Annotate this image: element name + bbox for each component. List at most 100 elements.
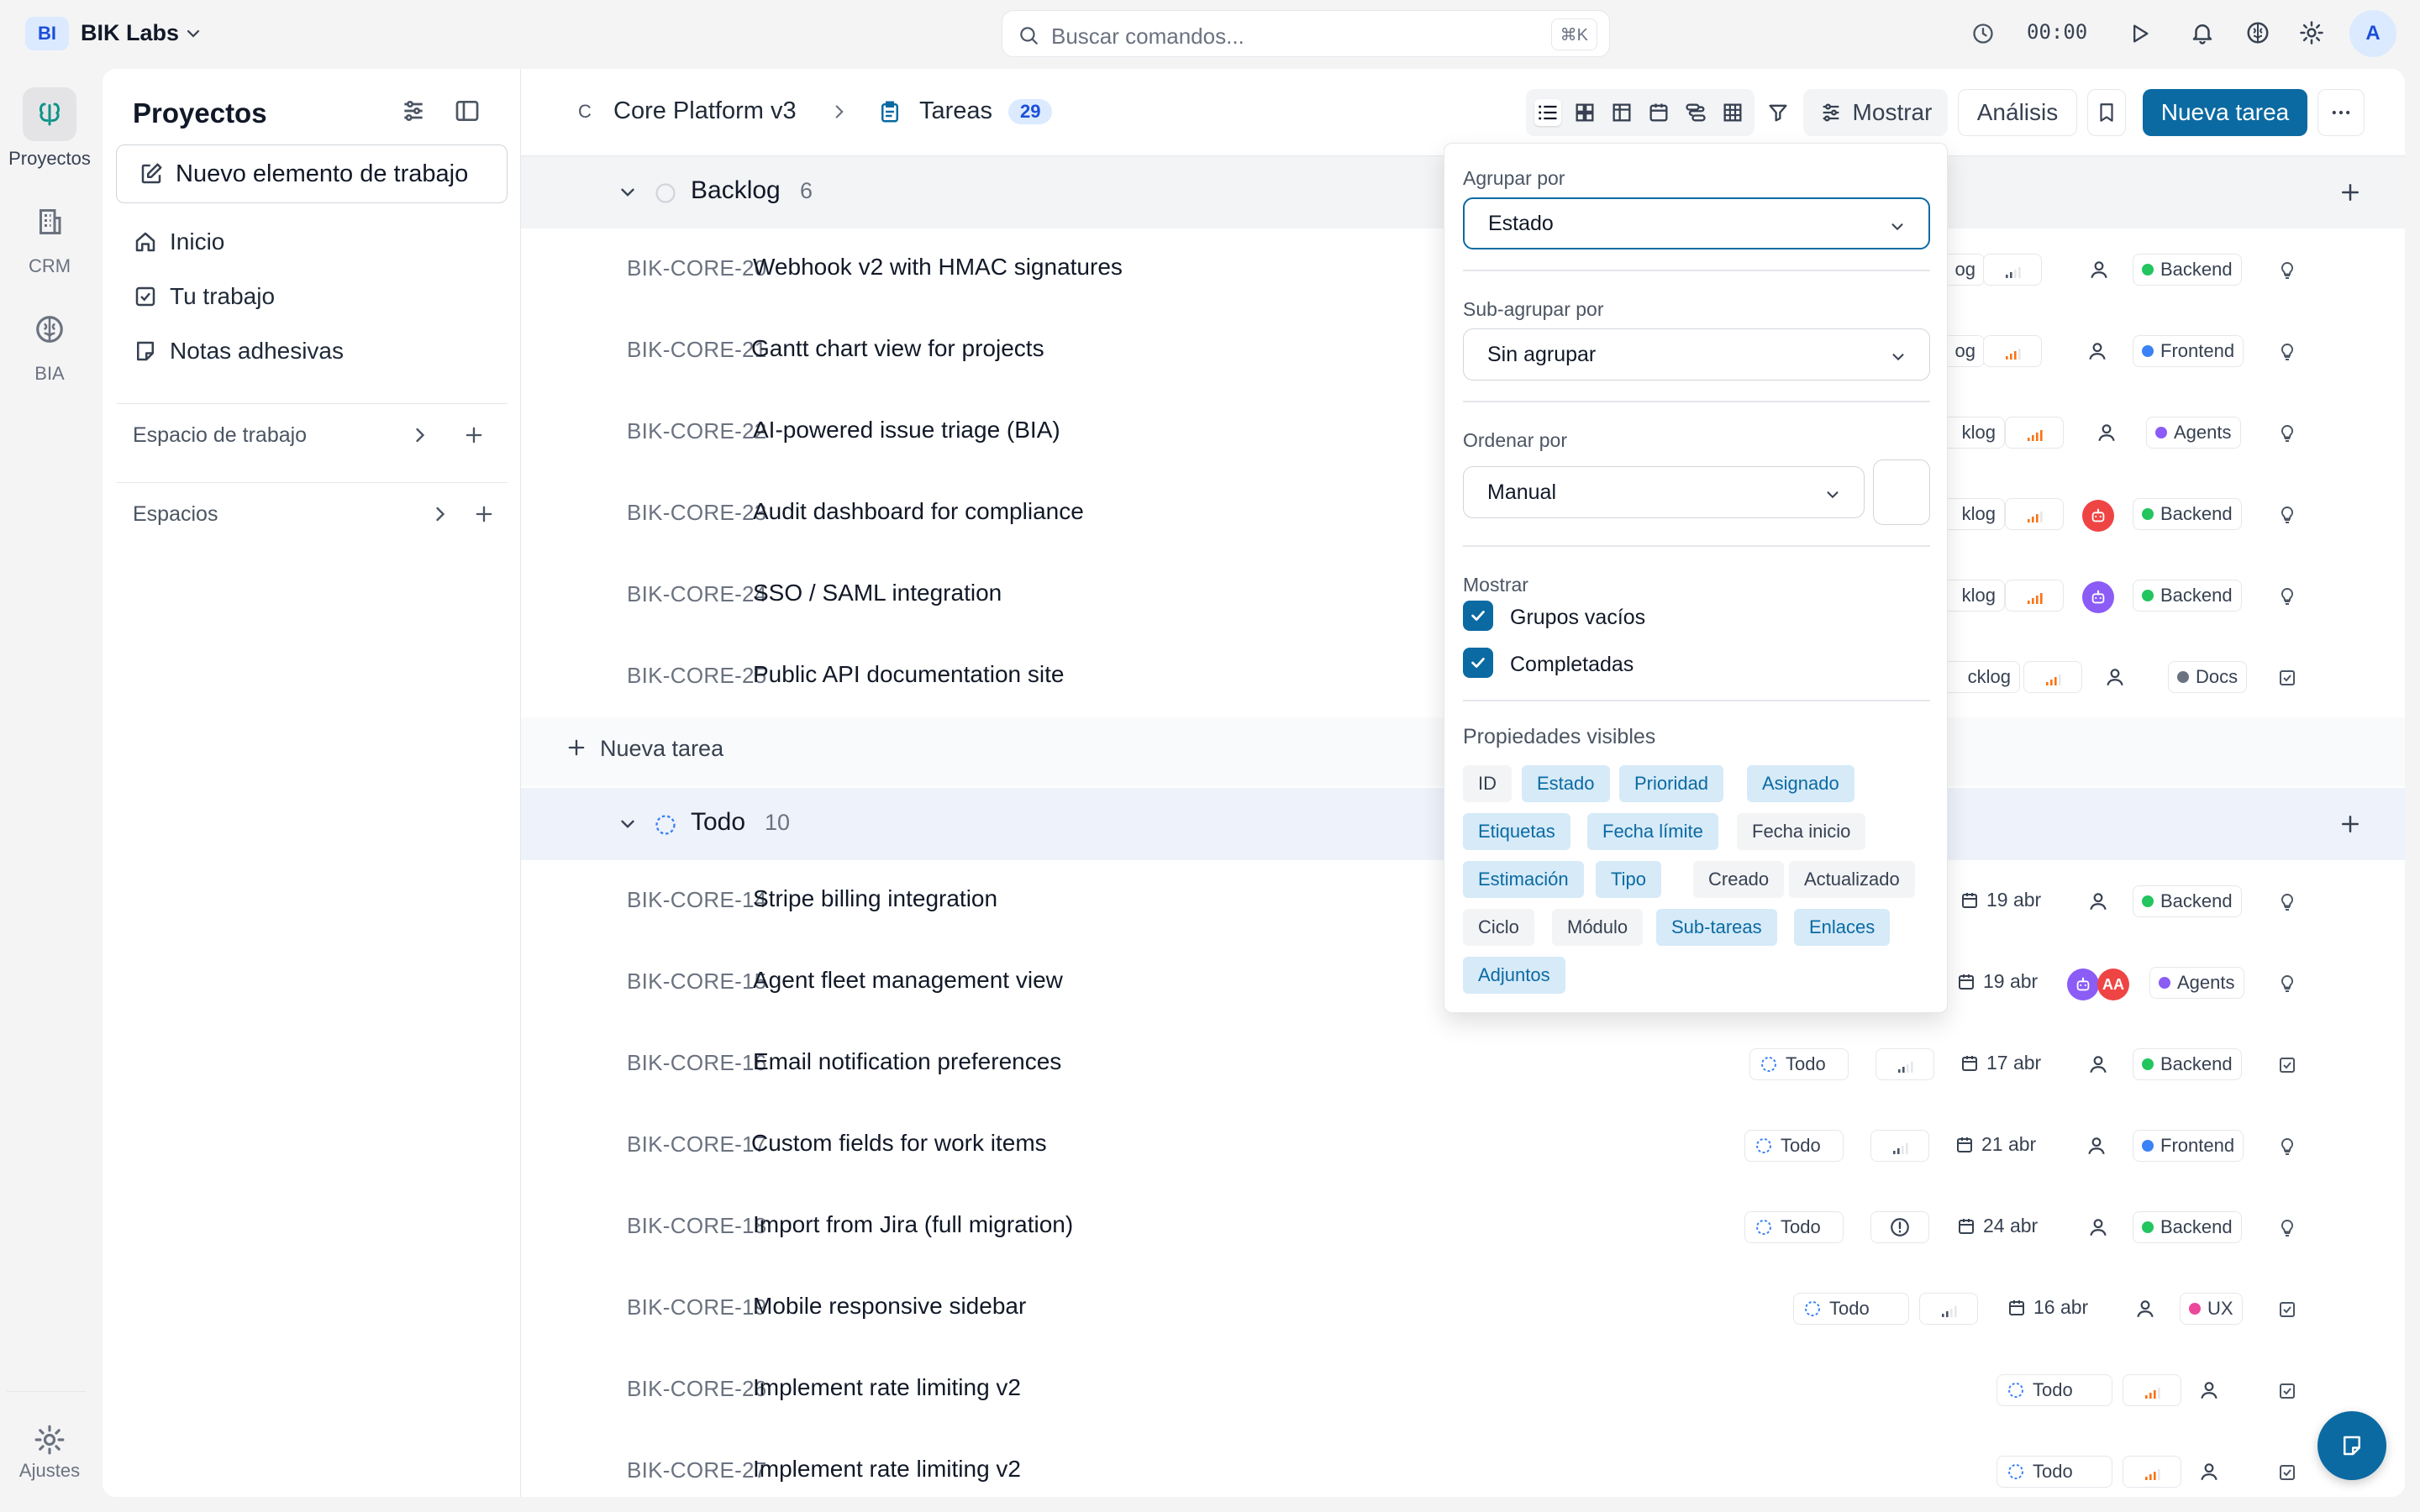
issue-title[interactable]: Import from Jira (full migration) <box>753 1211 1073 1238</box>
filter-icon[interactable] <box>1761 89 1795 136</box>
property-toggle[interactable]: ID <box>1463 765 1512 802</box>
assignee-user-icon[interactable] <box>2086 340 2108 362</box>
assignee-user-icon[interactable] <box>2087 1053 2109 1075</box>
plus-icon[interactable] <box>472 502 496 526</box>
issue-title[interactable]: Webhook v2 with HMAC signatures <box>753 254 1123 281</box>
assignee-user-icon[interactable] <box>2087 1216 2109 1238</box>
issue-title[interactable]: SSO / SAML integration <box>753 580 1002 606</box>
assignee-user-icon[interactable] <box>2087 890 2109 912</box>
workspace-section[interactable]: Espacio de trabajo <box>133 423 307 448</box>
lightbulb-icon[interactable] <box>2277 1137 2297 1157</box>
chevron-down-icon[interactable] <box>183 24 203 44</box>
assignee-user-icon[interactable] <box>2104 666 2126 688</box>
priority-button[interactable] <box>1876 1048 1934 1080</box>
property-toggle[interactable]: Fecha límite <box>1587 813 1718 850</box>
label-chip[interactable]: Backend <box>2133 885 2242 917</box>
priority-button[interactable] <box>2123 1456 2181 1488</box>
table-view-icon[interactable] <box>1719 99 1746 126</box>
property-toggle[interactable]: Enlaces <box>1794 909 1891 946</box>
property-toggle[interactable]: Fecha inicio <box>1737 813 1866 850</box>
bookmark-button[interactable] <box>2087 89 2126 136</box>
label-chip[interactable]: Backend <box>2133 254 2242 286</box>
priority-button[interactable] <box>1983 254 2042 286</box>
lightbulb-icon[interactable] <box>2277 892 2297 912</box>
group-by-select[interactable]: Estado <box>1463 197 1930 249</box>
table-row[interactable]: BIK-CORE-18 Import from Jira (full migrat… <box>521 1186 2405 1268</box>
workspace-name[interactable]: BIK Labs <box>81 20 179 46</box>
state-chip[interactable]: Todo <box>1996 1456 2112 1488</box>
assignee-user-icon[interactable] <box>2198 1379 2220 1401</box>
assignee-user-icon[interactable] <box>2086 1135 2107 1157</box>
plus-icon[interactable] <box>462 423 486 447</box>
property-toggle[interactable]: Módulo <box>1552 909 1644 946</box>
due-date[interactable]: 19 abr <box>1956 970 2038 993</box>
task-type-icon[interactable] <box>2277 1055 2297 1075</box>
property-toggle[interactable]: Sub-tareas <box>1656 909 1777 946</box>
plus-icon[interactable] <box>2338 180 2363 205</box>
label-chip[interactable]: Backend <box>2133 498 2242 530</box>
priority-button[interactable] <box>1870 1130 1929 1162</box>
display-button[interactable]: Mostrar <box>1803 89 1948 136</box>
issue-title[interactable]: Audit dashboard for compliance <box>753 498 1084 525</box>
due-date[interactable]: 17 abr <box>1960 1052 2041 1074</box>
user-avatar[interactable]: A <box>2349 10 2396 57</box>
state-chip[interactable]: Todo <box>1749 1048 1849 1080</box>
priority-button[interactable] <box>2123 1374 2181 1406</box>
issue-title[interactable]: AI-powered issue triage (BIA) <box>753 417 1060 444</box>
subgroup-select[interactable]: Sin agrupar <box>1463 328 1930 381</box>
play-icon[interactable] <box>2128 22 2151 45</box>
kanban-view-icon[interactable] <box>1571 99 1598 126</box>
order-select[interactable]: Manual <box>1463 466 1865 518</box>
table-row[interactable]: BIK-CORE-19 Mobile responsive sidebar Todo… <box>521 1268 2405 1349</box>
label-chip[interactable]: Backend <box>2133 580 2242 612</box>
agent-avatar[interactable] <box>2082 500 2114 532</box>
issue-title[interactable]: Gantt chart view for projects <box>751 335 1044 362</box>
lightbulb-icon[interactable] <box>2277 423 2297 444</box>
empty-groups-checkbox[interactable] <box>1463 601 1493 631</box>
filter-settings-icon[interactable] <box>400 97 427 124</box>
property-toggle[interactable]: Asignado <box>1747 765 1854 802</box>
analysis-button[interactable]: Análisis <box>1958 89 2077 136</box>
sidebar-toggle-icon[interactable] <box>454 97 481 124</box>
sidebar-item-notas[interactable]: Notas adhesivas <box>133 338 344 365</box>
spreadsheet-view-icon[interactable] <box>1608 99 1635 126</box>
gantt-view-icon[interactable] <box>1682 99 1709 126</box>
assignee-user-icon[interactable] <box>2198 1461 2220 1483</box>
due-date[interactable]: 24 abr <box>1956 1215 2038 1237</box>
lightbulb-icon[interactable] <box>2277 1218 2297 1238</box>
property-toggle[interactable]: Creado <box>1693 861 1785 898</box>
list-view-icon[interactable] <box>1534 99 1561 126</box>
priority-button[interactable] <box>2005 498 2064 530</box>
issue-title[interactable]: Custom fields for work items <box>751 1130 1047 1157</box>
sidebar-item-tu-trabajo[interactable]: Tu trabajo <box>133 283 275 310</box>
label-chip[interactable]: UX <box>2180 1293 2243 1325</box>
label-chip[interactable]: Backend <box>2133 1211 2242 1243</box>
assignee-user-icon[interactable] <box>2134 1298 2156 1320</box>
sidebar-item-inicio[interactable]: Inicio <box>133 228 224 255</box>
rail-item-bia[interactable]: BIA <box>3 302 96 385</box>
priority-button[interactable] <box>2005 417 2064 449</box>
issue-title[interactable]: Implement rate limiting v2 <box>753 1374 1021 1401</box>
assignee-user-icon[interactable] <box>2096 422 2118 444</box>
label-chip[interactable]: Agents <box>2149 967 2244 999</box>
label-chip[interactable]: Agents <box>2146 417 2241 449</box>
due-date[interactable]: 16 abr <box>2007 1296 2088 1319</box>
issue-title[interactable]: Stripe billing integration <box>753 885 997 912</box>
workspace-avatar[interactable]: BI <box>25 17 69 50</box>
task-type-icon[interactable] <box>2277 1299 2297 1320</box>
table-row[interactable]: BIK-CORE-26 Implement rate limiting v2 Tod… <box>521 1349 2405 1431</box>
assignee-avatar[interactable]: AA <box>2097 969 2129 1000</box>
label-chip[interactable]: Frontend <box>2133 1130 2244 1162</box>
property-toggle[interactable]: Adjuntos <box>1463 957 1565 994</box>
property-toggle[interactable]: Prioridad <box>1619 765 1724 802</box>
state-chip[interactable]: Todo <box>1744 1211 1844 1243</box>
issue-title[interactable]: Public API documentation site <box>753 661 1064 688</box>
priority-urgent-button[interactable] <box>1870 1211 1929 1243</box>
table-row[interactable]: BIK-CORE-17 Custom fields for work items T… <box>521 1105 2405 1186</box>
chevron-right-icon[interactable] <box>408 423 432 447</box>
bell-icon[interactable] <box>2190 20 2215 45</box>
plus-icon[interactable] <box>2338 811 2363 837</box>
lightbulb-icon[interactable] <box>2277 505 2297 525</box>
due-date[interactable]: 21 abr <box>1954 1133 2036 1156</box>
property-toggle[interactable]: Estimación <box>1463 861 1584 898</box>
